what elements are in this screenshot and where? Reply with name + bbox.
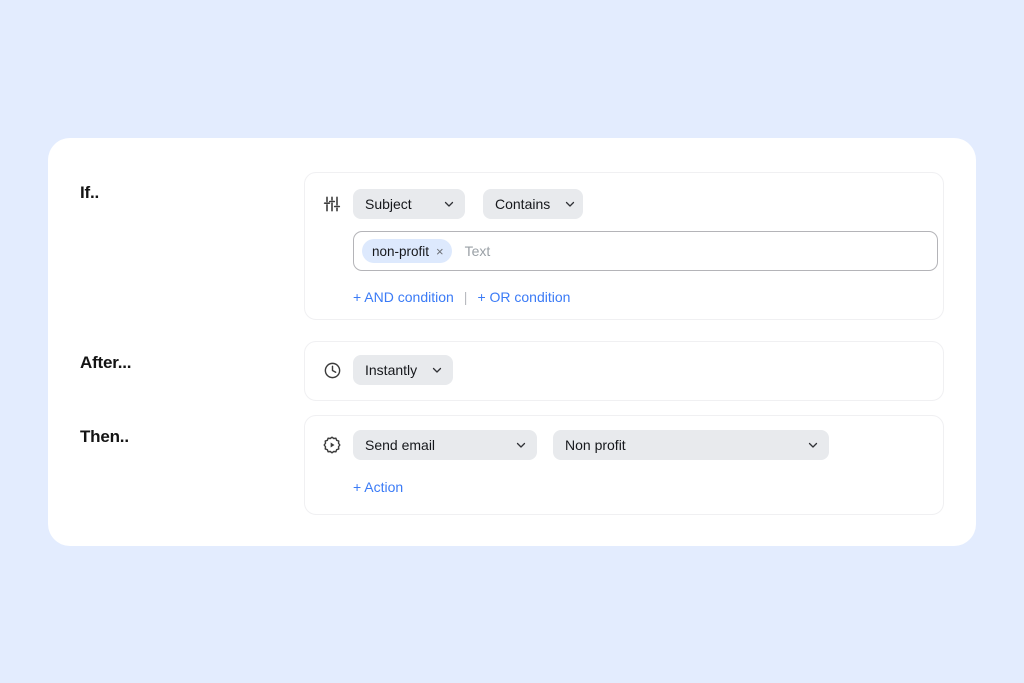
sliders-icon (321, 193, 343, 215)
chevron-down-icon (431, 364, 443, 376)
add-and-condition-link[interactable]: + AND condition (353, 289, 454, 305)
chevron-down-icon (807, 439, 819, 451)
delay-select[interactable]: Instantly (353, 355, 453, 385)
subject-select-value: Subject (365, 196, 412, 212)
then-row-label: Then.. (80, 427, 129, 446)
template-select-value: Non profit (565, 437, 626, 453)
tag-chip-label: non-profit (372, 243, 430, 259)
then-action-line: Send email Non profit (321, 430, 925, 460)
after-delay-panel: Instantly (304, 341, 944, 401)
then-action-panel: Send email Non profit + Action (304, 415, 944, 515)
tag-chip[interactable]: non-profit × (362, 239, 452, 263)
clock-icon (321, 359, 343, 381)
delay-select-value: Instantly (365, 362, 418, 378)
action-select-value: Send email (365, 437, 436, 453)
add-or-condition-link[interactable]: + OR condition (477, 289, 570, 305)
gear-play-icon (321, 434, 343, 456)
subject-select[interactable]: Subject (353, 189, 465, 219)
remove-tag-icon[interactable]: × (436, 245, 444, 258)
if-row-label: If.. (80, 183, 100, 202)
operator-select[interactable]: Contains (483, 189, 583, 219)
chevron-down-icon (564, 198, 576, 210)
add-action-link[interactable]: + Action (353, 479, 403, 495)
chevron-down-icon (515, 439, 527, 451)
after-row-label: After... (80, 353, 132, 372)
automation-rule-builder-page: If.. Subject Contains non-profit × Text … (0, 0, 1024, 683)
action-select[interactable]: Send email (353, 430, 537, 460)
rule-card: If.. Subject Contains non-profit × Text … (48, 138, 976, 546)
template-select[interactable]: Non profit (553, 430, 829, 460)
condition-links: + AND condition | + OR condition (353, 289, 925, 305)
link-separator: | (463, 289, 468, 305)
after-delay-line: Instantly (321, 355, 925, 385)
if-condition-panel: Subject Contains non-profit × Text + AND… (304, 172, 944, 320)
chevron-down-icon (443, 198, 455, 210)
condition-value-input[interactable]: non-profit × Text (353, 231, 938, 271)
tag-input-placeholder: Text (464, 243, 491, 259)
operator-select-value: Contains (495, 196, 551, 212)
if-condition-line: Subject Contains (321, 189, 925, 219)
